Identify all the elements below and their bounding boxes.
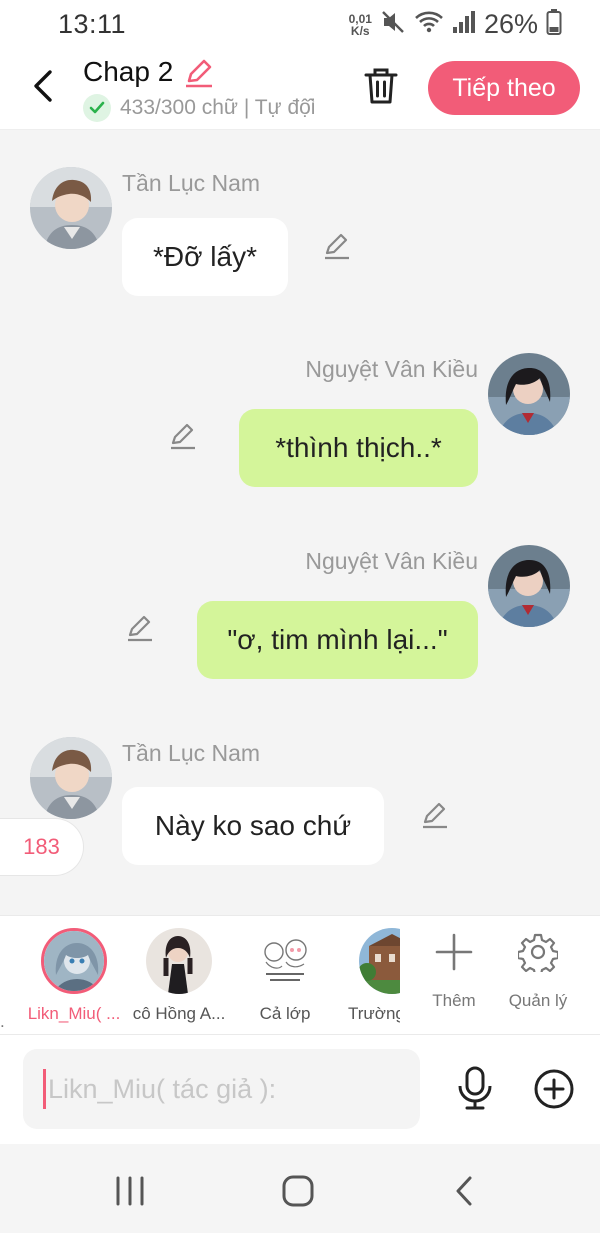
avatar-nguyet-van-kieu[interactable]	[488, 545, 570, 627]
edit-message-icon[interactable]	[420, 800, 450, 830]
message-bubble[interactable]: "ơ, tim mình lại..."	[197, 601, 478, 679]
input-placeholder: Likn_Miu( tác giả ):	[48, 1073, 277, 1104]
character-label: Likn_Miu( ...	[27, 1004, 121, 1023]
character-avatar	[146, 928, 212, 994]
message-bubble[interactable]: Này ko sao chứ	[122, 787, 384, 865]
chapter-header: Chap 2 433/300 chữ | Tự độ̂i Tiếp theo	[0, 48, 600, 130]
message-count-badge[interactable]: 183	[0, 818, 84, 876]
battery-level: 26%	[483, 9, 538, 39]
message-bubble[interactable]: *Đỡ lấy*	[122, 218, 288, 296]
character-label: Trường	[348, 1004, 400, 1023]
avatar-tan-luc-nam[interactable]	[30, 737, 112, 819]
signal-icon	[452, 9, 476, 40]
edit-message-icon[interactable]	[125, 613, 155, 643]
character-label: cô Hồng A...	[132, 1004, 226, 1023]
network-speed: 0,01 K/s	[349, 13, 372, 37]
text-cursor	[43, 1069, 46, 1109]
character-likn-miu[interactable]: Likn_Miu( ...	[24, 916, 124, 1034]
recent-apps-button[interactable]	[110, 1174, 150, 1208]
system-back-button[interactable]	[446, 1174, 486, 1208]
delete-button[interactable]	[362, 66, 400, 106]
status-time: 13:11	[58, 9, 127, 39]
avatar-tan-luc-nam[interactable]	[30, 167, 112, 249]
add-character-button[interactable]: Thêm	[412, 916, 496, 1034]
message-bubble[interactable]: *thình thịch..*	[239, 409, 478, 487]
word-count: 433/300 chữ | Tự độ̂i	[120, 96, 316, 119]
edit-title-icon[interactable]	[183, 57, 215, 94]
speaker-name: Tần Lục Nam	[122, 740, 261, 766]
battery-icon	[546, 8, 562, 41]
microphone-icon	[458, 1066, 492, 1110]
back-chevron-icon	[456, 1176, 472, 1206]
character-label: Cả lớp	[259, 1004, 311, 1023]
system-nav-bar	[0, 1144, 600, 1233]
speaker-name: Tần Lục Nam	[122, 170, 261, 196]
chat-area[interactable]: Tần Lục Nam *Đỡ lấy* Nguyệt Vân Kiều *th…	[0, 130, 600, 915]
speaker-name: Nguyệt Vân Kiều	[305, 356, 478, 382]
home-button[interactable]	[278, 1174, 318, 1208]
mute-icon	[380, 9, 406, 40]
character-avatar	[359, 928, 400, 994]
network-speed-unit: K/s	[350, 23, 370, 38]
network-speed-value: 0,01	[348, 11, 372, 26]
status-icons: 0,01 K/s 26%	[349, 8, 562, 41]
character-ca-lop[interactable]: Cả lớp	[235, 916, 335, 1034]
edit-message-icon[interactable]	[322, 231, 352, 261]
microphone-button[interactable]	[455, 1066, 495, 1110]
home-icon	[282, 1175, 314, 1207]
manage-label: Quản lý	[508, 991, 568, 1010]
plus-icon	[435, 933, 473, 971]
attach-button[interactable]	[533, 1068, 575, 1110]
add-label: Thêm	[432, 991, 476, 1010]
character-truong[interactable]: Trường	[340, 916, 400, 1034]
check-icon	[83, 94, 111, 122]
recent-apps-icon	[116, 1176, 144, 1206]
character-co-hong[interactable]: cô Hồng A...	[129, 916, 229, 1034]
message-input[interactable]: Likn_Miu( tác giả ):	[23, 1049, 420, 1129]
back-button[interactable]	[26, 64, 66, 108]
composer: Likn_Miu( tác giả ):	[0, 1036, 600, 1144]
word-count-row: 433/300 chữ | Tự độ̂i	[83, 94, 315, 122]
next-button[interactable]: Tiếp theo	[428, 61, 580, 115]
overflow-indicator: .	[0, 1012, 5, 1031]
gear-icon	[518, 933, 558, 972]
back-arrow-icon	[34, 70, 52, 102]
character-avatar	[41, 928, 107, 994]
edit-message-icon[interactable]	[168, 421, 198, 451]
manage-characters-button[interactable]: Quản lý	[496, 916, 580, 1034]
character-avatar	[252, 928, 318, 994]
status-bar: 13:11 0,01 K/s 26%	[0, 0, 600, 48]
character-selector: . Likn_Miu( ... cô Hồng A... Cả lớp Trườ…	[0, 915, 600, 1035]
plus-circle-icon	[534, 1069, 574, 1109]
chapter-title: Chap 2	[83, 56, 174, 87]
avatar-nguyet-van-kieu[interactable]	[488, 353, 570, 435]
wifi-icon	[414, 9, 444, 40]
speaker-name: Nguyệt Vân Kiều	[305, 548, 478, 574]
trash-icon	[364, 68, 398, 104]
